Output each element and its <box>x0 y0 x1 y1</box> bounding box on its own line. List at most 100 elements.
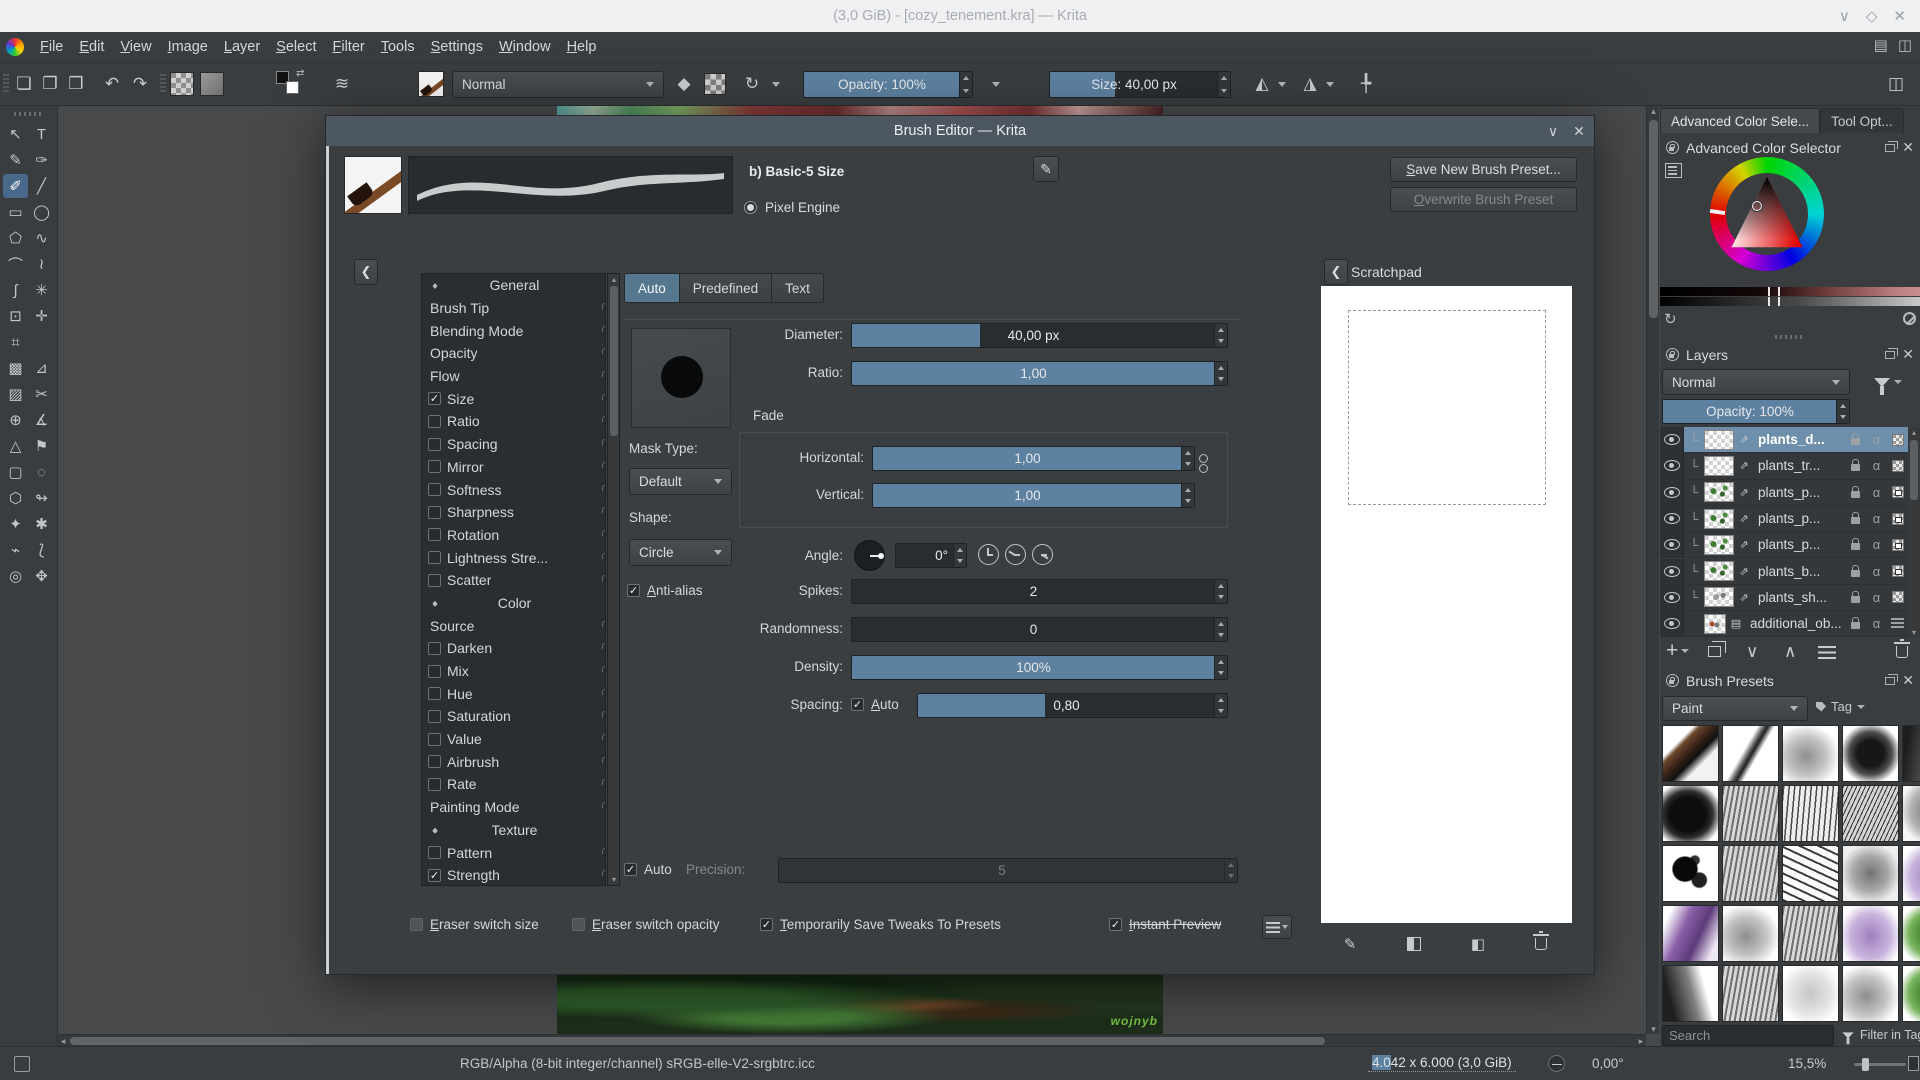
brush-preset-thumb-10[interactable] <box>1662 845 1719 902</box>
inherit-alpha-icon[interactable]: ⇗ <box>1734 591 1754 604</box>
tool-pan-icon[interactable]: ✥ <box>29 564 54 588</box>
vertical-scrollbar[interactable]: ▴ ▾ <box>1646 106 1659 1034</box>
tool-multibrush-icon[interactable]: ✳ <box>29 278 54 302</box>
eraser-switch-size-checkbox[interactable] <box>410 918 423 931</box>
brush-preset-thumb-5[interactable] <box>1662 785 1719 842</box>
current-brush-preset-icon[interactable] <box>418 71 444 97</box>
layer-alpha-icon[interactable]: α <box>1866 511 1887 526</box>
tool-colorize-mask-icon[interactable]: ⊕ <box>3 408 28 432</box>
inherit-alpha-icon[interactable]: ⇗ <box>1734 486 1754 499</box>
angle-spinbox[interactable]: 0° <box>895 543 967 568</box>
brush-preset-thumb-6[interactable] <box>1722 785 1779 842</box>
tool-reference-images-icon[interactable]: ⚑ <box>29 434 54 458</box>
layer-alpha-lock-icon[interactable] <box>1891 591 1904 604</box>
tool-transform-icon[interactable]: ⊡ <box>3 304 28 328</box>
tool-select-shapes-icon[interactable]: ↖ <box>3 122 28 146</box>
menu-file[interactable]: File <box>32 35 71 59</box>
layer-alpha-icon[interactable]: α <box>1866 432 1887 447</box>
brush-preset-thumb-1[interactable] <box>1722 725 1779 782</box>
precision-auto-row[interactable]: Auto <box>624 862 672 877</box>
layer-opacity-slider[interactable]: Opacity: 100% <box>1662 399 1850 424</box>
brush-preset-thumb-22[interactable] <box>1782 965 1839 1022</box>
layer-thumbnail[interactable] <box>1704 508 1734 529</box>
zoom-slider[interactable] <box>1854 1058 1906 1071</box>
inherit-alpha-icon[interactable]: ⇗ <box>1734 459 1754 472</box>
tool-crop-icon[interactable]: ⌗ <box>3 330 28 354</box>
tab-text[interactable]: Text <box>772 274 823 302</box>
angle-preset-3-icon[interactable] <box>1032 544 1053 565</box>
vscroll-thumb[interactable] <box>1649 120 1658 318</box>
link-fade-icon[interactable] <box>1198 454 1210 478</box>
tool-freehand-brush-icon[interactable]: ✐ <box>3 174 28 198</box>
redo-icon[interactable]: ↷ <box>128 71 152 97</box>
zoom-value[interactable]: 15,5% <box>1788 1056 1826 1071</box>
tool-bezier-curve-icon[interactable]: ⌒ <box>3 252 28 276</box>
chevron-down-icon[interactable] <box>1278 82 1286 87</box>
layer-alpha-lock-icon[interactable] <box>1891 512 1904 525</box>
menu-edit[interactable]: Edit <box>71 35 112 59</box>
brush-preset-thumb-9[interactable] <box>1902 785 1920 842</box>
brush-preset-thumb-13[interactable] <box>1842 845 1899 902</box>
brush-option-lightness-stre[interactable]: Lightness Stre... <box>422 546 605 569</box>
ratio-slider[interactable]: 1,00 <box>851 361 1228 386</box>
layer-lock-icon[interactable] <box>1851 433 1860 446</box>
layer-thumbnail[interactable] <box>1704 613 1726 634</box>
tab-auto[interactable]: Auto <box>625 274 680 302</box>
lock-docker-icon[interactable] <box>1666 348 1679 361</box>
layer-thumbnail[interactable] <box>1704 534 1734 555</box>
color-selector-handle[interactable] <box>1752 201 1762 211</box>
tool-calligraphy-icon[interactable]: ✑ <box>29 148 54 172</box>
layer-alpha-lock-icon[interactable] <box>1891 433 1904 446</box>
tool-assistants-icon[interactable]: △ <box>3 434 28 458</box>
brush-option-hue[interactable]: Hue <box>422 682 605 705</box>
reload-preset-icon[interactable]: ↻ <box>740 71 764 97</box>
color-selector-settings-icon[interactable] <box>1665 163 1682 178</box>
layer-thumbnail[interactable] <box>1704 587 1734 608</box>
inherit-alpha-icon[interactable]: ▤ <box>1726 617 1746 630</box>
mask-type-dropdown[interactable]: Default <box>629 468 732 495</box>
save-document-icon[interactable]: ❒ <box>64 71 88 97</box>
layer-thumbnail[interactable] <box>1704 429 1734 450</box>
layer-alpha-icon[interactable]: α <box>1866 458 1887 473</box>
close-docker-icon[interactable]: ✕ <box>1902 139 1914 156</box>
option-checkbox[interactable] <box>428 573 441 587</box>
tool-text-icon[interactable]: T <box>29 122 54 146</box>
layer-alpha-icon[interactable]: α <box>1866 564 1887 579</box>
layer-visibility-toggle[interactable] <box>1660 453 1684 479</box>
option-checkbox[interactable] <box>428 641 441 655</box>
layer-name[interactable]: plants_d... <box>1754 432 1845 447</box>
brush-preset-thumb-0[interactable] <box>1662 725 1719 782</box>
brush-option-strength[interactable]: Strength <box>422 864 605 885</box>
canvas-size-field[interactable]: 4.042 x 6.000 (3,0 GiB) <box>1368 1054 1516 1072</box>
angle-dial[interactable] <box>854 540 885 571</box>
brush-preset-thumb-21[interactable] <box>1722 965 1779 1022</box>
brush-option-softness[interactable]: Softness <box>422 478 605 501</box>
brush-preset-thumb-3[interactable] <box>1842 725 1899 782</box>
brush-option-painting-mode[interactable]: Painting Mode <box>422 796 605 819</box>
save-new-preset-button[interactable]: Save New Brush Preset... <box>1390 157 1577 182</box>
brush-option-scatter[interactable]: Scatter <box>422 569 605 592</box>
float-docker-icon[interactable] <box>1885 673 1899 685</box>
option-checkbox[interactable] <box>428 709 441 723</box>
color-history-bar[interactable] <box>1660 287 1920 296</box>
mirror-vertical-icon[interactable]: ◮ <box>1298 71 1322 97</box>
layer-lock-icon[interactable] <box>1851 512 1860 525</box>
add-layer-button[interactable]: + <box>1666 640 1690 661</box>
eraser-switch-size-row[interactable]: Eraser switch size <box>410 917 539 932</box>
brush-option-mirror[interactable]: Mirror <box>422 456 605 479</box>
choose-brush-preset-icon[interactable]: ≋ <box>330 71 354 97</box>
menu-settings[interactable]: Settings <box>423 35 491 59</box>
swap-colors-icon[interactable]: ⇄ <box>296 68 304 79</box>
diameter-slider[interactable]: 40,00 px <box>851 323 1228 348</box>
no-color-icon[interactable] <box>1903 312 1916 325</box>
inherit-alpha-icon[interactable]: ⇗ <box>1734 433 1754 446</box>
layer-alpha-lock-icon[interactable] <box>1891 459 1904 472</box>
density-slider[interactable]: 100% <box>851 655 1228 680</box>
rotation-value[interactable]: 0,00° <box>1592 1056 1624 1071</box>
tool-measure-icon[interactable]: ∡ <box>29 408 54 432</box>
tool-rect-select-icon[interactable]: ▢ <box>3 460 28 484</box>
scratchpad-fill-background-icon[interactable]: ◧ <box>1468 934 1488 954</box>
layers-scrollbar[interactable]: ▴ ▾ <box>1908 427 1920 638</box>
docker-splitter[interactable] <box>1775 335 1805 339</box>
layer-alpha-icon[interactable]: α <box>1866 485 1887 500</box>
